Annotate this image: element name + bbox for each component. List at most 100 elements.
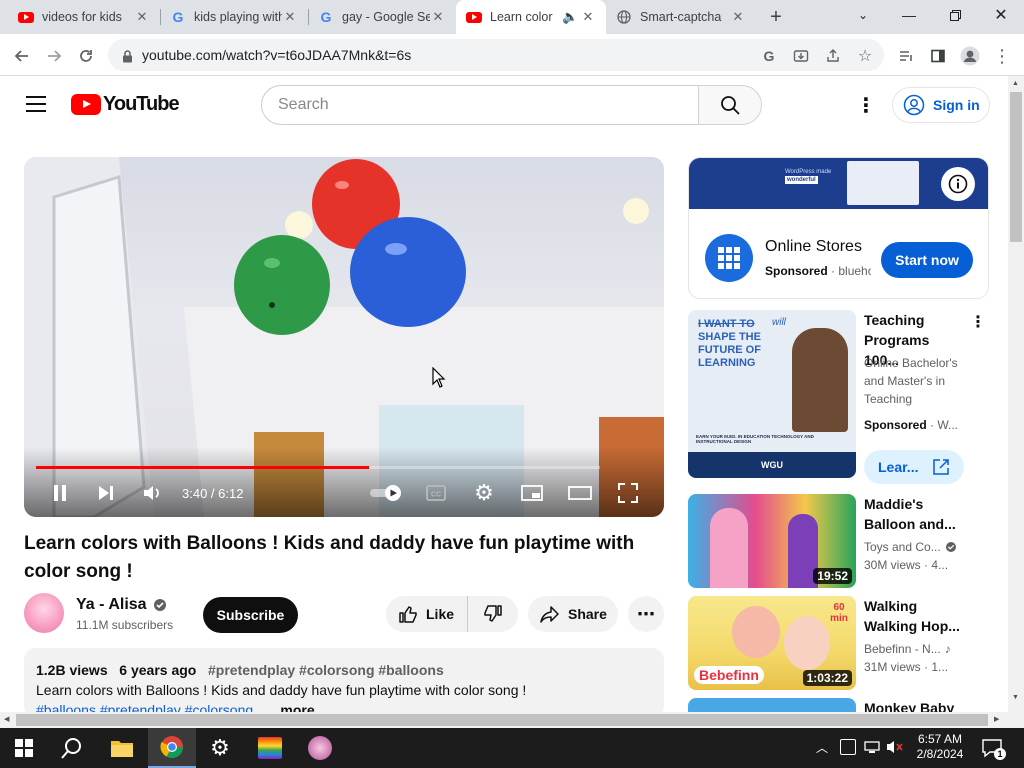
video-thumbnail[interactable] xyxy=(688,698,856,712)
file-explorer-button[interactable] xyxy=(98,728,146,768)
pause-button[interactable] xyxy=(46,479,74,507)
sign-in-button[interactable]: Sign in xyxy=(892,87,990,123)
description-box[interactable]: 1.2B views 6 years ago #pretendplay #col… xyxy=(24,648,664,718)
video-player[interactable]: 3:40 / 6:12 CC ⚙ xyxy=(24,157,664,517)
share-icon[interactable] xyxy=(824,47,842,65)
miniplayer-button[interactable] xyxy=(518,479,546,507)
fullscreen-button[interactable] xyxy=(614,479,642,507)
autoplay-toggle[interactable] xyxy=(368,483,404,503)
tab-videos-for-kids[interactable]: videos for kids ✕ xyxy=(8,0,160,34)
scrollbar-thumb[interactable] xyxy=(1010,92,1022,242)
hamburger-menu-icon[interactable] xyxy=(26,96,46,112)
like-button[interactable]: Like xyxy=(386,596,468,632)
clock[interactable]: 6:57 AM 2/8/2024 xyxy=(910,732,970,762)
ad-info-button[interactable] xyxy=(941,167,975,201)
tab-learn-colors[interactable]: Learn color 🔈 ✕ xyxy=(456,0,606,34)
ad-start-now-button[interactable]: Start now xyxy=(881,242,973,278)
tab-smart-captcha[interactable]: Smart-captcha ✕ xyxy=(606,0,756,34)
video-thumbnail[interactable]: 60 min Bebefinn 1:03:22 xyxy=(688,596,856,690)
taskbar-search-button[interactable] xyxy=(48,728,96,768)
more-vertical-icon[interactable]: ⋮ xyxy=(970,312,986,332)
volume-button[interactable] xyxy=(138,479,166,507)
video-thumbnail[interactable]: I WANT TO SHAPE THE FUTURE OF LEARNING w… xyxy=(688,310,856,478)
ad-banner[interactable]: WordPress made wonderful xyxy=(689,158,988,209)
reading-list-icon[interactable] xyxy=(892,42,920,70)
search-button[interactable] xyxy=(698,85,762,125)
rec-title[interactable]: Walking Walking Hop... xyxy=(864,596,964,636)
video-thumbnail[interactable]: 19:52 xyxy=(688,494,856,588)
theater-mode-button[interactable] xyxy=(566,479,594,507)
rec-title[interactable]: Monkey Baby xyxy=(864,698,984,712)
chrome-menu-icon[interactable]: ⋮ xyxy=(988,42,1016,70)
ad-logo[interactable] xyxy=(705,234,753,282)
thumbs-down-icon xyxy=(484,605,502,622)
list-item[interactable]: 19:52 Maddie's Balloon and... Toys and C… xyxy=(688,494,988,588)
volume-muted-icon[interactable] xyxy=(886,739,904,760)
scroll-up-arrow-icon[interactable]: ▲ xyxy=(1012,80,1019,87)
channel-avatar[interactable] xyxy=(24,593,64,633)
forward-arrow-icon[interactable] xyxy=(40,42,68,70)
rec-channel[interactable]: Bebefinn - N... ♪ xyxy=(864,640,974,658)
side-panel-icon[interactable] xyxy=(924,42,952,70)
taskbar-app-colorful[interactable] xyxy=(246,728,294,768)
profile-avatar-icon[interactable] xyxy=(956,42,984,70)
next-button[interactable] xyxy=(92,479,120,507)
channel-name[interactable]: Ya - Alisa xyxy=(76,596,167,614)
google-lens-icon[interactable]: G xyxy=(760,47,778,65)
close-icon[interactable]: ✕ xyxy=(134,9,150,25)
subscribe-button[interactable]: Subscribe xyxy=(203,597,298,633)
notification-center-icon[interactable]: 1 xyxy=(982,738,1006,763)
network-icon[interactable] xyxy=(864,740,880,759)
taskbar-app-avatar[interactable] xyxy=(296,728,344,768)
youtube-icon xyxy=(18,9,34,25)
network-status-icon[interactable] xyxy=(840,739,856,755)
tab-kids-playing[interactable]: G kids playing with ✕ xyxy=(160,0,308,34)
search-input[interactable]: Search xyxy=(261,85,699,125)
close-window-button[interactable]: ✕ xyxy=(978,0,1024,30)
horizontal-scrollbar[interactable]: ◀ ▶ xyxy=(0,712,1008,728)
vertical-scrollbar[interactable]: ▲ ▼ xyxy=(1008,76,1024,728)
list-item[interactable]: 60 min Bebefinn 1:03:22 Walking Walking … xyxy=(688,596,988,690)
back-arrow-icon[interactable] xyxy=(8,42,36,70)
rec-channel[interactable]: Toys and Co... xyxy=(864,538,974,556)
chevron-up-icon[interactable]: ︿ xyxy=(816,739,828,756)
speaker-icon[interactable]: 🔈 xyxy=(562,9,578,25)
close-icon[interactable]: ✕ xyxy=(282,9,298,25)
ad-title[interactable]: Online Stores xyxy=(765,238,862,256)
tab-google-search[interactable]: G gay - Google Se ✕ xyxy=(308,0,456,34)
hashtags-top[interactable]: #pretendplay #colorsong #balloons xyxy=(208,662,444,678)
address-bar[interactable]: youtube.com/watch?v=t6oJDAA7Mnk&t=6s G ☆ xyxy=(108,39,884,71)
subtitles-button[interactable]: CC xyxy=(422,479,450,507)
settings-dots-icon[interactable]: ⋮ xyxy=(856,93,876,118)
lock-icon[interactable] xyxy=(118,47,136,65)
list-item[interactable]: I WANT TO SHAPE THE FUTURE OF LEARNING w… xyxy=(688,310,988,484)
settings-gear-icon[interactable]: ⚙ xyxy=(196,728,244,768)
scrollbar-thumb[interactable] xyxy=(16,714,988,726)
start-button[interactable] xyxy=(0,728,48,768)
browser-tab-strip: videos for kids ✕ G kids playing with ✕ … xyxy=(0,0,1024,34)
youtube-logo[interactable]: YouTube xyxy=(71,93,180,116)
restore-button[interactable] xyxy=(932,0,978,30)
more-actions-button[interactable]: ⋯ xyxy=(628,596,664,632)
progress-bar[interactable] xyxy=(36,466,600,469)
minimize-button[interactable]: — xyxy=(886,0,932,30)
ad-card[interactable]: WordPress made wonderful Online Stores S… xyxy=(688,157,989,299)
bookmark-star-icon[interactable]: ☆ xyxy=(856,47,874,65)
learn-more-button[interactable]: Lear... xyxy=(864,450,964,484)
list-item[interactable]: Monkey Baby xyxy=(688,698,988,712)
close-icon[interactable]: ✕ xyxy=(580,9,596,25)
scroll-right-arrow-icon[interactable]: ▶ xyxy=(994,715,999,723)
dislike-button[interactable] xyxy=(468,596,518,632)
chrome-taskbar-button[interactable] xyxy=(148,728,196,768)
install-app-icon[interactable] xyxy=(792,47,810,65)
new-tab-button[interactable]: + xyxy=(764,6,788,28)
share-button[interactable]: Share xyxy=(528,596,618,632)
reload-icon[interactable] xyxy=(72,42,100,70)
close-icon[interactable]: ✕ xyxy=(730,9,746,25)
settings-gear-icon[interactable]: ⚙ xyxy=(470,479,498,507)
scroll-left-arrow-icon[interactable]: ◀ xyxy=(4,715,9,723)
close-icon[interactable]: ✕ xyxy=(430,9,446,25)
scroll-down-arrow-icon[interactable]: ▼ xyxy=(1012,694,1019,701)
tab-search-icon[interactable]: ⌄ xyxy=(840,0,886,30)
rec-title[interactable]: Maddie's Balloon and... xyxy=(864,494,964,534)
